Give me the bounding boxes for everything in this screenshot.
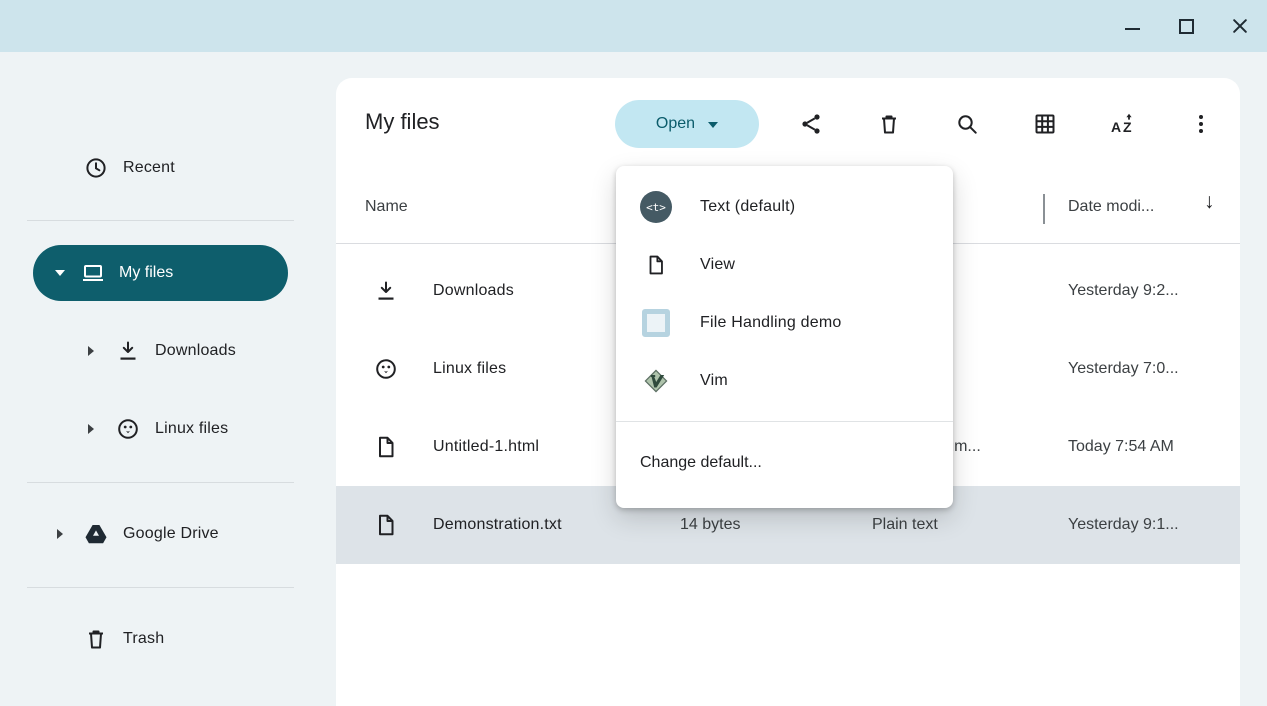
share-button[interactable] <box>787 100 835 148</box>
maximize-button[interactable] <box>1173 13 1199 39</box>
svg-text:Z: Z <box>1123 119 1132 135</box>
close-button[interactable] <box>1227 13 1253 39</box>
file-handling-demo-icon <box>642 309 670 337</box>
sidebar-item-label: Recent <box>123 159 175 177</box>
kebab-menu-icon <box>1189 112 1213 136</box>
file-name: Demonstration.txt <box>433 516 562 534</box>
sidebar-item-recent[interactable]: Recent <box>0 142 336 194</box>
svg-text:A: A <box>1111 119 1121 135</box>
menu-item-change-default[interactable]: Change default... <box>616 434 953 492</box>
menu-item-text-default[interactable]: <t> Text (default) <box>616 178 953 236</box>
sort-az-icon: AZ <box>1110 111 1136 137</box>
file-date: Today 7:54 AM <box>1068 438 1174 456</box>
download-icon <box>374 279 398 303</box>
page-title: My files <box>365 109 440 135</box>
column-header-name[interactable]: Name <box>365 198 408 216</box>
maximize-icon <box>1179 19 1194 34</box>
sort-button[interactable]: AZ <box>1099 100 1147 148</box>
menu-item-vim[interactable]: Vim <box>616 352 953 410</box>
sidebar-item-trash[interactable]: Trash <box>0 613 336 665</box>
sidebar-item-label: Downloads <box>155 342 236 360</box>
document-icon <box>640 249 672 281</box>
menu-item-label: Vim <box>700 372 728 390</box>
text-app-badge: <t> <box>646 201 666 214</box>
minimize-icon <box>1125 28 1140 31</box>
chevron-down-icon <box>708 122 718 128</box>
sidebar-item-label: Google Drive <box>123 525 219 543</box>
chevron-right-icon[interactable] <box>88 424 94 434</box>
open-button[interactable]: Open <box>615 100 759 148</box>
menu-item-file-handling-demo[interactable]: File Handling demo <box>616 294 953 352</box>
grid-view-button[interactable] <box>1021 100 1069 148</box>
menu-item-label: File Handling demo <box>700 314 841 332</box>
close-icon <box>1230 16 1250 36</box>
window-controls <box>1119 13 1253 39</box>
open-button-label: Open <box>656 115 695 133</box>
file-date: Yesterday 9:1... <box>1068 516 1179 534</box>
menu-item-label: View <box>700 256 735 274</box>
chevron-right-icon[interactable] <box>88 346 94 356</box>
column-separator <box>1043 194 1045 224</box>
file-icon <box>374 513 398 537</box>
sidebar-divider <box>27 482 294 483</box>
file-name: Downloads <box>433 282 514 300</box>
sidebar-divider <box>27 220 294 221</box>
sidebar-item-label: Trash <box>123 630 164 648</box>
titlebar <box>0 0 1267 52</box>
menu-divider <box>616 421 953 422</box>
trash-icon <box>84 627 108 651</box>
delete-button[interactable] <box>865 100 913 148</box>
file-name: Linux files <box>433 360 506 378</box>
sidebar-divider <box>27 587 294 588</box>
sort-direction-icon: ↓ <box>1204 190 1215 214</box>
open-with-menu: <t> Text (default) View File Handling de… <box>616 166 953 508</box>
sidebar: Recent My files Downloads Linux files <box>0 52 336 706</box>
file-name: Untitled-1.html <box>433 438 539 456</box>
google-drive-icon <box>84 522 108 546</box>
grid-icon <box>1033 112 1057 136</box>
clock-icon <box>84 156 108 180</box>
files-app-window: Recent My files Downloads Linux files <box>0 0 1267 706</box>
penguin-icon <box>374 357 398 381</box>
sidebar-item-google-drive[interactable]: Google Drive <box>0 508 336 560</box>
column-header-date[interactable]: Date modi... <box>1068 198 1154 216</box>
sidebar-item-label: My files <box>119 264 173 282</box>
file-date: Yesterday 7:0... <box>1068 360 1179 378</box>
share-icon <box>799 112 823 136</box>
file-type: Plain text <box>872 516 938 534</box>
file-icon <box>374 435 398 459</box>
file-list-panel: My files Open AZ Name Date modi... ↓ <box>336 78 1240 706</box>
sidebar-item-downloads[interactable]: Downloads <box>0 325 336 377</box>
menu-item-label: Text (default) <box>700 198 795 216</box>
sidebar-item-linux-files[interactable]: Linux files <box>0 403 336 455</box>
trash-icon <box>877 112 901 136</box>
download-icon <box>116 339 140 363</box>
search-button[interactable] <box>943 100 991 148</box>
sidebar-item-label: Linux files <box>155 420 228 438</box>
vim-icon <box>640 365 672 397</box>
chevron-right-icon[interactable] <box>57 529 63 539</box>
file-size: 14 bytes <box>680 516 740 534</box>
minimize-button[interactable] <box>1119 13 1145 39</box>
menu-item-view[interactable]: View <box>616 236 953 294</box>
penguin-icon <box>116 417 140 441</box>
text-app-icon: <t> <box>640 191 672 223</box>
search-icon <box>955 112 979 136</box>
more-options-button[interactable] <box>1177 100 1225 148</box>
file-date: Yesterday 9:2... <box>1068 282 1179 300</box>
expand-caret-icon[interactable] <box>55 270 65 276</box>
laptop-icon <box>81 261 105 285</box>
sidebar-item-my-files[interactable]: My files <box>33 245 288 301</box>
